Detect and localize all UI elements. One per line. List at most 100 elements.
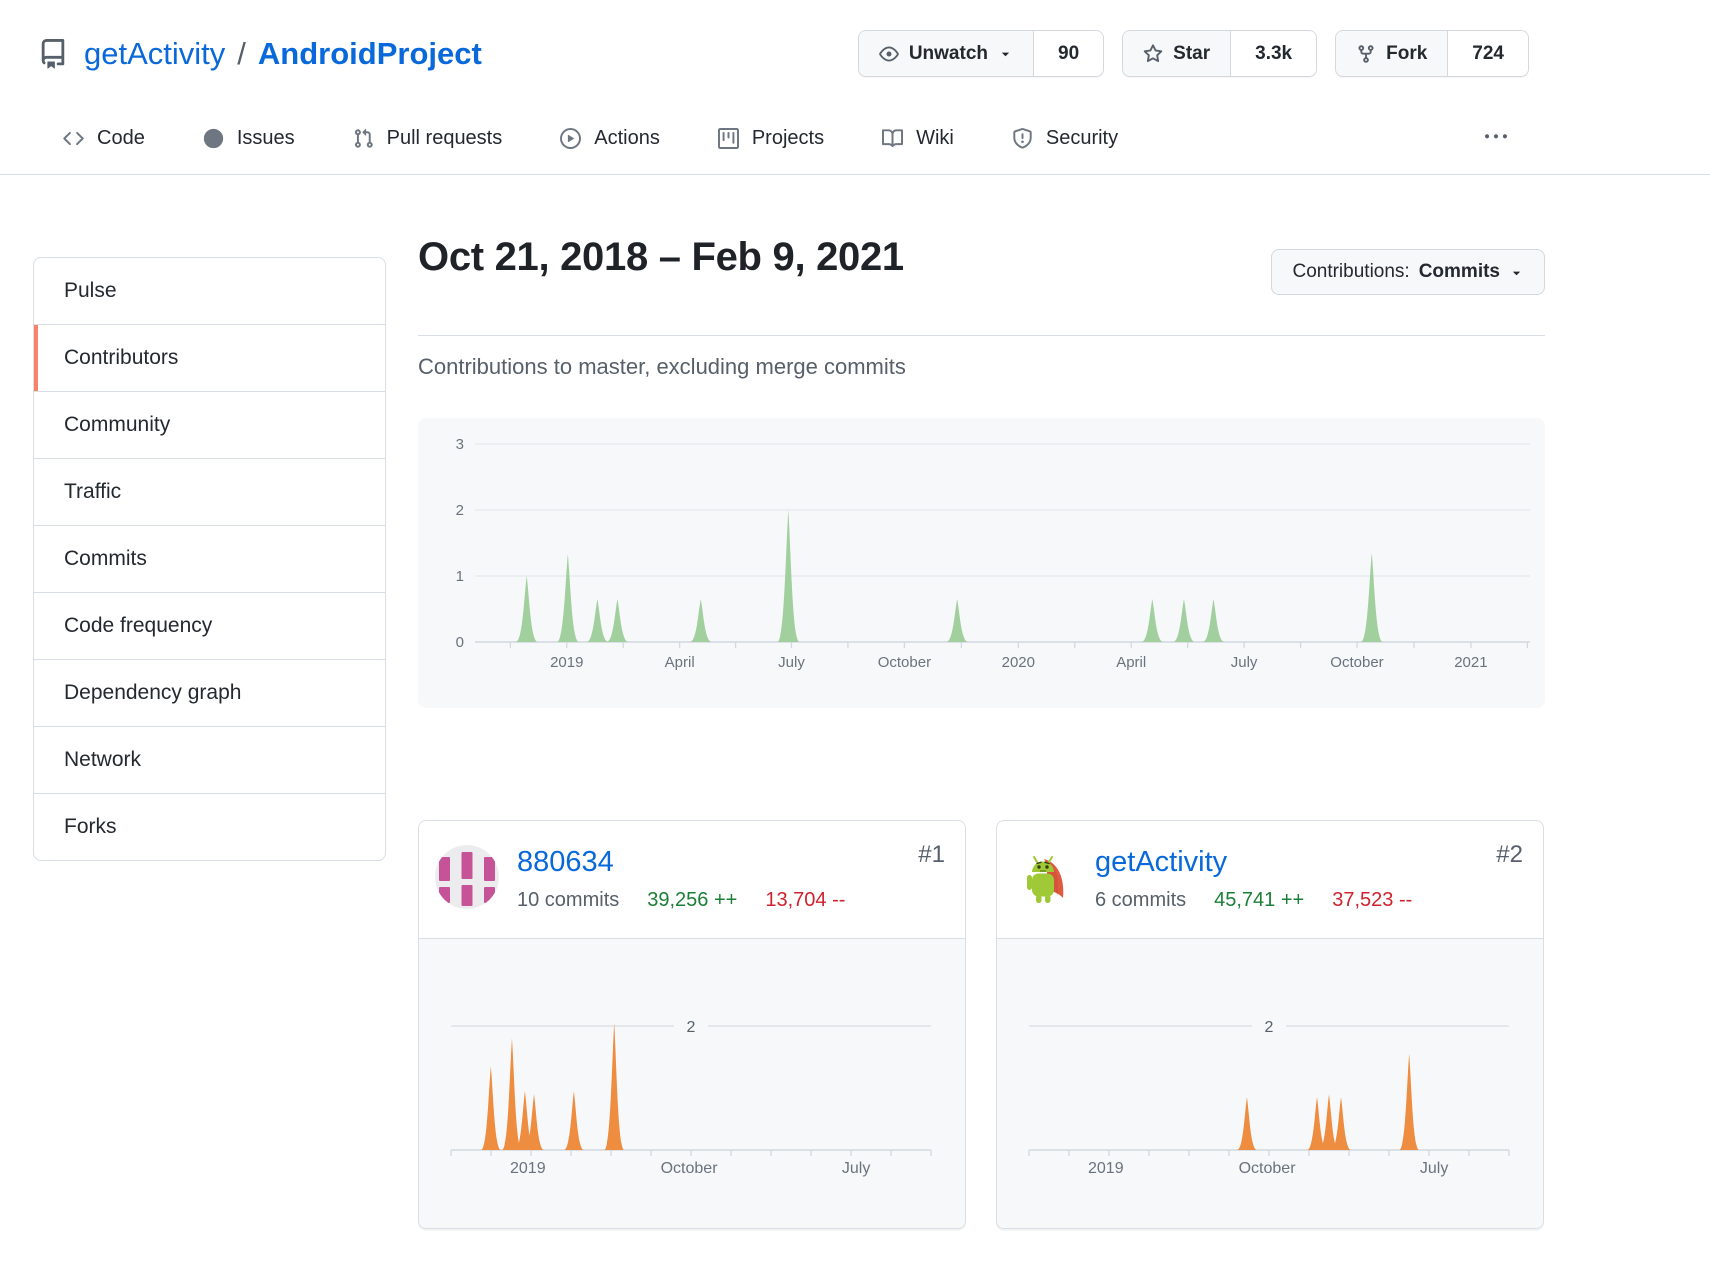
- contributor-commit-count: 6 commits: [1095, 889, 1186, 912]
- unwatch-button[interactable]: Unwatch: [859, 31, 1033, 76]
- svg-text:July: July: [778, 654, 805, 671]
- contributor-card-1: 880634 10 commits 39,256 ++ 13,704 -- #1…: [418, 820, 966, 1229]
- tab-wiki-label: Wiki: [916, 127, 954, 150]
- insights-sidebar-menu: Pulse Contributors Community Traffic Com…: [33, 257, 386, 861]
- tab-code-label: Code: [97, 127, 145, 150]
- contributor-rank: #1: [918, 841, 945, 869]
- sidebar-item-network[interactable]: Network: [34, 727, 385, 794]
- sidebar-item-community[interactable]: Community: [34, 392, 385, 459]
- commits-overview-chart-panel: 01232019AprilJulyOctober2020AprilJulyOct…: [418, 418, 1545, 708]
- contributor-card-2: getActivity 6 commits 45,741 ++ 37,523 -…: [996, 820, 1544, 1229]
- contributor-deletions: 37,523 --: [1332, 889, 1412, 912]
- svg-text:1: 1: [456, 568, 464, 585]
- contributor-card-1-header: 880634 10 commits 39,256 ++ 13,704 -- #1: [419, 821, 965, 938]
- repo-icon: [38, 39, 68, 69]
- repo-owner-link[interactable]: getActivity: [84, 36, 225, 72]
- tab-projects[interactable]: Projects: [710, 113, 832, 174]
- tab-actions-label: Actions: [594, 127, 660, 150]
- sidebar-item-traffic[interactable]: Traffic: [34, 459, 385, 526]
- project-icon: [718, 128, 739, 149]
- contributor-card-2-header: getActivity 6 commits 45,741 ++ 37,523 -…: [997, 821, 1543, 938]
- tab-code[interactable]: Code: [55, 113, 153, 174]
- tab-issues[interactable]: Issues: [195, 113, 303, 174]
- contributor-card-1-chart-area: 22019OctoberJuly: [419, 938, 965, 1228]
- svg-text:2021: 2021: [1454, 654, 1487, 671]
- svg-text:October: October: [1239, 1160, 1297, 1177]
- svg-text:2: 2: [456, 502, 464, 519]
- tab-pull-requests[interactable]: Pull requests: [345, 113, 511, 174]
- chevron-down-icon: [998, 46, 1013, 61]
- code-icon: [63, 128, 84, 149]
- contributors-main: Oct 21, 2018 – Feb 9, 2021 Contributions…: [418, 235, 1545, 1229]
- sidebar-item-pulse[interactable]: Pulse: [34, 258, 385, 325]
- insights-content: Pulse Contributors Community Traffic Com…: [33, 235, 1545, 1229]
- book-icon: [882, 128, 903, 149]
- watch-button-group: Unwatch 90: [858, 30, 1104, 77]
- shield-icon: [1012, 128, 1033, 149]
- svg-text:0: 0: [456, 634, 464, 651]
- page-container: getActivity / AndroidProject Unwatch 90 …: [33, 0, 1545, 99]
- svg-text:2019: 2019: [1088, 1160, 1124, 1177]
- tab-wiki[interactable]: Wiki: [874, 113, 962, 174]
- play-circle-icon: [560, 128, 581, 149]
- repo-name-link[interactable]: AndroidProject: [258, 36, 482, 72]
- tab-actions[interactable]: Actions: [552, 113, 668, 174]
- identicon-avatar: [435, 845, 499, 909]
- star-count[interactable]: 3.3k: [1230, 31, 1316, 76]
- svg-text:July: July: [1420, 1160, 1448, 1177]
- commits-overview-chart: 01232019AprilJulyOctober2020AprilJulyOct…: [418, 418, 1545, 708]
- contributions-filter-prefix: Contributions:: [1292, 261, 1409, 283]
- tab-security[interactable]: Security: [1004, 113, 1126, 174]
- kebab-horizontal-icon: [1485, 126, 1507, 148]
- repo-nav: Code Issues Pull requests Actions Projec…: [33, 99, 1545, 174]
- star-button[interactable]: Star: [1123, 31, 1230, 76]
- fork-button[interactable]: Fork: [1336, 31, 1447, 76]
- sidebar-item-dependency-graph[interactable]: Dependency graph: [34, 660, 385, 727]
- contributor-username[interactable]: 880634: [517, 846, 614, 879]
- sidebar-item-commits[interactable]: Commits: [34, 526, 385, 593]
- date-range-heading: Oct 21, 2018 – Feb 9, 2021: [418, 235, 904, 280]
- contributions-filter-button[interactable]: Contributions: Commits: [1271, 249, 1545, 295]
- svg-text:July: July: [842, 1160, 870, 1177]
- android-avatar: [1013, 845, 1077, 909]
- contributor-1-chart: 22019OctoberJuly: [419, 939, 967, 1228]
- svg-text:April: April: [1116, 654, 1146, 671]
- fork-count[interactable]: 724: [1447, 31, 1528, 76]
- unwatch-label: Unwatch: [909, 43, 988, 65]
- contributions-filter-value: Commits: [1419, 261, 1500, 283]
- eye-icon: [879, 44, 899, 64]
- tab-issues-label: Issues: [237, 127, 295, 150]
- fork-icon: [1356, 44, 1376, 64]
- avatar[interactable]: [435, 845, 499, 909]
- chevron-down-icon: [1509, 265, 1524, 280]
- issue-opened-icon: [203, 128, 224, 149]
- contributor-cards: 880634 10 commits 39,256 ++ 13,704 -- #1…: [418, 820, 1545, 1229]
- star-icon: [1143, 44, 1163, 64]
- contributor-commit-count: 10 commits: [517, 889, 619, 912]
- avatar[interactable]: [1013, 845, 1077, 909]
- tab-security-label: Security: [1046, 127, 1118, 150]
- fork-label: Fork: [1386, 43, 1427, 65]
- repo-header: getActivity / AndroidProject Unwatch 90 …: [33, 0, 1545, 99]
- contributor-username[interactable]: getActivity: [1095, 846, 1227, 879]
- repo-title: getActivity / AndroidProject: [38, 36, 482, 72]
- svg-text:2: 2: [1265, 1019, 1274, 1036]
- repo-nav-wrap: Code Issues Pull requests Actions Projec…: [0, 99, 1710, 175]
- svg-text:April: April: [665, 654, 695, 671]
- header-actions: Unwatch 90 Star 3.3k Fork 724: [858, 30, 1529, 77]
- repo-separator: /: [237, 36, 246, 72]
- tab-pull-requests-label: Pull requests: [387, 127, 503, 150]
- svg-text:2: 2: [687, 1019, 696, 1036]
- contributor-deletions: 13,704 --: [765, 889, 845, 912]
- git-pull-request-icon: [353, 128, 374, 149]
- star-label: Star: [1173, 43, 1210, 65]
- contributor-rank: #2: [1496, 841, 1523, 869]
- svg-text:July: July: [1231, 654, 1258, 671]
- nav-overflow-button[interactable]: [1477, 116, 1515, 171]
- svg-text:October: October: [1330, 654, 1383, 671]
- sidebar-item-forks[interactable]: Forks: [34, 794, 385, 860]
- sidebar-item-code-frequency[interactable]: Code frequency: [34, 593, 385, 660]
- contributor-additions: 39,256 ++: [647, 889, 737, 912]
- watch-count[interactable]: 90: [1033, 31, 1103, 76]
- sidebar-item-contributors[interactable]: Contributors: [34, 325, 385, 392]
